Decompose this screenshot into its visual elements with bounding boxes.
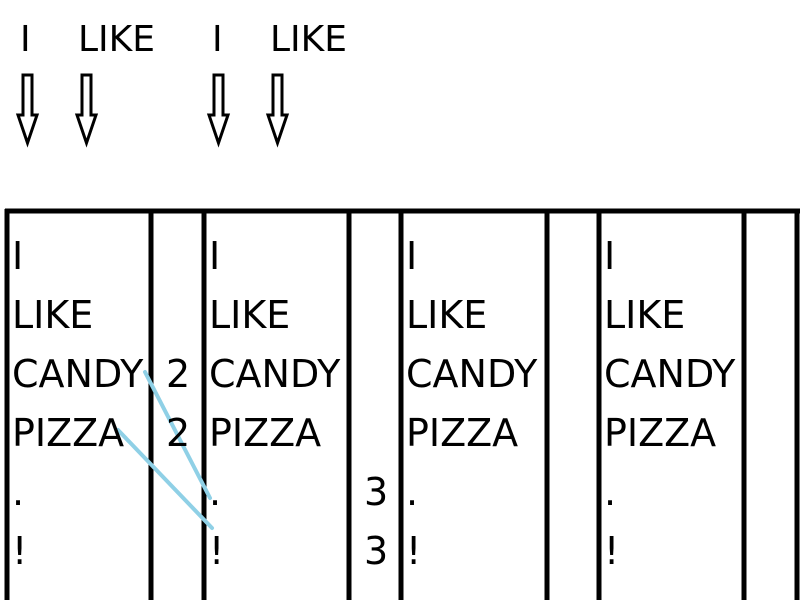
table-vertical-lines bbox=[4, 209, 800, 600]
col4-word-period: . bbox=[604, 470, 617, 514]
down-arrow-1-icon bbox=[15, 73, 40, 148]
col2-word-candy: CANDY bbox=[209, 352, 341, 396]
col3-word-pizza: PIZZA bbox=[406, 411, 519, 455]
col2-word-pizza: PIZZA bbox=[209, 411, 322, 455]
col3-word-exclaim: ! bbox=[406, 529, 422, 573]
col2-word-period: . bbox=[209, 470, 222, 514]
down-arrow-2-icon bbox=[74, 73, 99, 148]
count-col2-exclaim: 3 bbox=[364, 529, 389, 573]
col1-word-pizza: PIZZA bbox=[12, 411, 125, 455]
col3-word-i: I bbox=[406, 234, 418, 278]
col1-word-exclaim: ! bbox=[12, 529, 28, 573]
count-col1-candy: 2 bbox=[166, 352, 191, 396]
col3-word-period: . bbox=[406, 470, 419, 514]
count-col2-period: 3 bbox=[364, 470, 389, 514]
col1-word-period: . bbox=[12, 470, 25, 514]
link-pizza-to-exclaim bbox=[116, 428, 214, 530]
col4-word-candy: CANDY bbox=[604, 352, 736, 396]
col4-word-i: I bbox=[604, 234, 616, 278]
col4-word-pizza: PIZZA bbox=[604, 411, 717, 455]
col1-word-i: I bbox=[12, 234, 24, 278]
count-col1-pizza: 2 bbox=[166, 411, 191, 455]
col4-word-like: LIKE bbox=[604, 293, 686, 337]
col3-word-candy: CANDY bbox=[406, 352, 538, 396]
col4-word-exclaim: ! bbox=[604, 529, 620, 573]
col3-word-like: LIKE bbox=[406, 293, 488, 337]
col2-word-exclaim: ! bbox=[209, 529, 225, 573]
col1-word-candy: CANDY bbox=[12, 352, 144, 396]
col2-word-i: I bbox=[209, 234, 221, 278]
col1-word-like: LIKE bbox=[12, 293, 94, 337]
down-arrow-3-icon bbox=[206, 73, 231, 148]
down-arrow-4-icon bbox=[265, 73, 290, 148]
col2-word-like: LIKE bbox=[209, 293, 291, 337]
